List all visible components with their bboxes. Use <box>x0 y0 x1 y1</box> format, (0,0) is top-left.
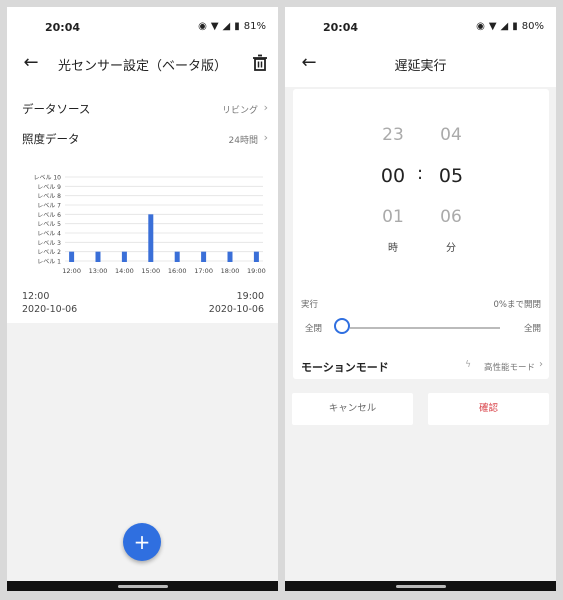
illuminance-chart-svg: レベル 1 レベル 2 レベル 3 レベル 4 レベル 5 レベル 6 レベル 7 レベル 8… <box>33 175 266 276</box>
range-start-date: 2020-10-06 <box>22 304 78 315</box>
delay-settings-card: 23 00 01 : 04 05 06 時 分 実行 0%まで開閉 全閉 全開 … <box>293 89 549 379</box>
page-title: 光センサー設定（ベータ版） <box>57 59 227 74</box>
wifi-icon: ▼ <box>210 21 219 32</box>
battery-percent: 80% <box>521 21 544 32</box>
status-icons: ◉ ▼ ◢ ▮ 81% <box>198 21 266 32</box>
chevron-right-icon: › <box>263 131 268 144</box>
range-end: 19:00 2020-10-06 <box>209 290 264 316</box>
illuminance-data-value: 24時間 <box>228 136 258 146</box>
y-tick-label: レベル 1 <box>37 259 61 266</box>
status-bar: 20:04 ◉ ▼ ◢ ▮ 80% <box>285 7 556 41</box>
hours-prev[interactable]: 23 <box>373 125 413 145</box>
status-bar: 20:04 ◉ ▼ ◢ ▮ 81% <box>7 7 278 41</box>
position-slider-thumb[interactable] <box>334 318 350 334</box>
cancel-button[interactable]: キャンセル <box>292 393 413 425</box>
app-bar: ← 光センサー設定（ベータ版） <box>7 41 278 87</box>
range-end-time: 19:00 <box>236 291 264 302</box>
motion-mode-value: 高性能モード <box>483 363 535 373</box>
page-title: 遅延実行 <box>394 59 447 74</box>
data-source-label: データソース <box>22 102 91 116</box>
trash-icon[interactable] <box>248 51 272 75</box>
chart-bar <box>174 251 180 262</box>
x-tick-label: 19:00 <box>247 267 266 275</box>
battery-icon: ▮ <box>234 21 240 32</box>
x-tick-label: 16:00 <box>168 267 187 275</box>
home-handle[interactable] <box>395 585 446 588</box>
x-tick-label: 12:00 <box>62 267 81 275</box>
confirm-button[interactable]: 確認 <box>428 393 549 425</box>
slider-max-label: 全開 <box>523 324 541 334</box>
home-handle[interactable] <box>117 585 168 588</box>
y-tick-label: レベル 2 <box>37 249 61 256</box>
slider-min-label: 全閉 <box>305 324 323 334</box>
data-source-value: リビング <box>221 106 258 116</box>
data-source-row[interactable]: データソース リビング › <box>7 93 278 123</box>
minutes-unit-label: 分 <box>446 243 456 254</box>
y-tick-label: レベル 9 <box>37 184 61 191</box>
chart-bar <box>253 251 259 262</box>
position-slider-track[interactable] <box>350 327 500 329</box>
light-sensor-settings-screen: 20:04 ◉ ▼ ◢ ▮ 81% ← 光センサー設定（ベータ版） データソース… <box>7 7 278 591</box>
chart-bar <box>121 251 127 262</box>
x-tick-label: 14:00 <box>115 267 134 275</box>
battery-icon: ▮ <box>512 21 518 32</box>
y-tick-label: レベル 3 <box>37 240 61 247</box>
y-tick-label: レベル 5 <box>37 221 61 228</box>
settings-panel: データソース リビング › 照度データ 24時間 › レベル 1 レベル 2 レベル… <box>7 87 278 323</box>
x-tick-label: 18:00 <box>221 267 240 275</box>
range-start-time: 12:00 <box>22 291 50 302</box>
status-time: 20:04 <box>45 21 81 34</box>
x-tick-label: 17:00 <box>194 267 213 275</box>
minutes-prev[interactable]: 04 <box>431 125 471 145</box>
hours-unit-label: 時 <box>388 243 398 254</box>
chart-bar <box>148 214 154 262</box>
minutes-next[interactable]: 06 <box>431 207 471 227</box>
chevron-right-icon: › <box>539 359 543 370</box>
x-tick-label: 15:00 <box>141 267 160 275</box>
chevron-right-icon: › <box>263 101 268 114</box>
hours-next[interactable]: 01 <box>373 207 413 227</box>
battery-percent: 81% <box>243 21 266 32</box>
chart-bar <box>201 251 207 262</box>
y-tick-label: レベル 7 <box>37 203 61 210</box>
y-tick-label: レベル 8 <box>37 193 61 200</box>
status-time: 20:04 <box>323 21 359 34</box>
signal-icon: ◢ <box>500 21 509 32</box>
navigation-bar <box>7 581 278 591</box>
chart-bar <box>227 251 233 262</box>
illuminance-data-row[interactable]: 照度データ 24時間 › <box>7 123 278 153</box>
signal-icon: ◢ <box>222 21 231 32</box>
add-button[interactable]: + <box>123 523 161 561</box>
range-start: 12:00 2020-10-06 <box>22 290 77 316</box>
delayed-execution-screen: 20:04 ◉ ▼ ◢ ▮ 80% ← 遅延実行 23 00 01 : 04 0… <box>285 7 556 591</box>
navigation-bar <box>285 581 556 591</box>
motion-mode-label: モーションモード <box>301 361 389 374</box>
lightning-icon: ϟ <box>465 360 471 370</box>
status-icons: ◉ ▼ ◢ ▮ 80% <box>476 21 544 32</box>
chart-bar <box>69 251 75 262</box>
wifi-icon: ▼ <box>488 21 497 32</box>
range-end-date: 2020-10-06 <box>208 304 264 315</box>
hours-selected[interactable]: 00 <box>373 165 413 187</box>
y-tick-label: レベル 4 <box>37 231 61 238</box>
vibrate-icon: ◉ <box>476 21 485 32</box>
time-separator: : <box>417 163 424 184</box>
open-close-status: 0%まで開閉 <box>493 300 542 310</box>
app-bar: ← 遅延実行 <box>285 41 556 87</box>
y-tick-label: レベル 6 <box>37 212 61 219</box>
illuminance-data-label: 照度データ <box>22 132 80 146</box>
vibrate-icon: ◉ <box>198 21 207 32</box>
illuminance-chart: レベル 1 レベル 2 レベル 3 レベル 4 レベル 5 レベル 6 レベル 7 レベル 8… <box>19 169 267 279</box>
execute-label: 実行 <box>301 300 319 310</box>
minutes-selected[interactable]: 05 <box>431 165 471 187</box>
chart-bar <box>95 251 101 262</box>
x-tick-label: 13:00 <box>89 267 108 275</box>
y-tick-label: レベル 10 <box>33 175 61 182</box>
